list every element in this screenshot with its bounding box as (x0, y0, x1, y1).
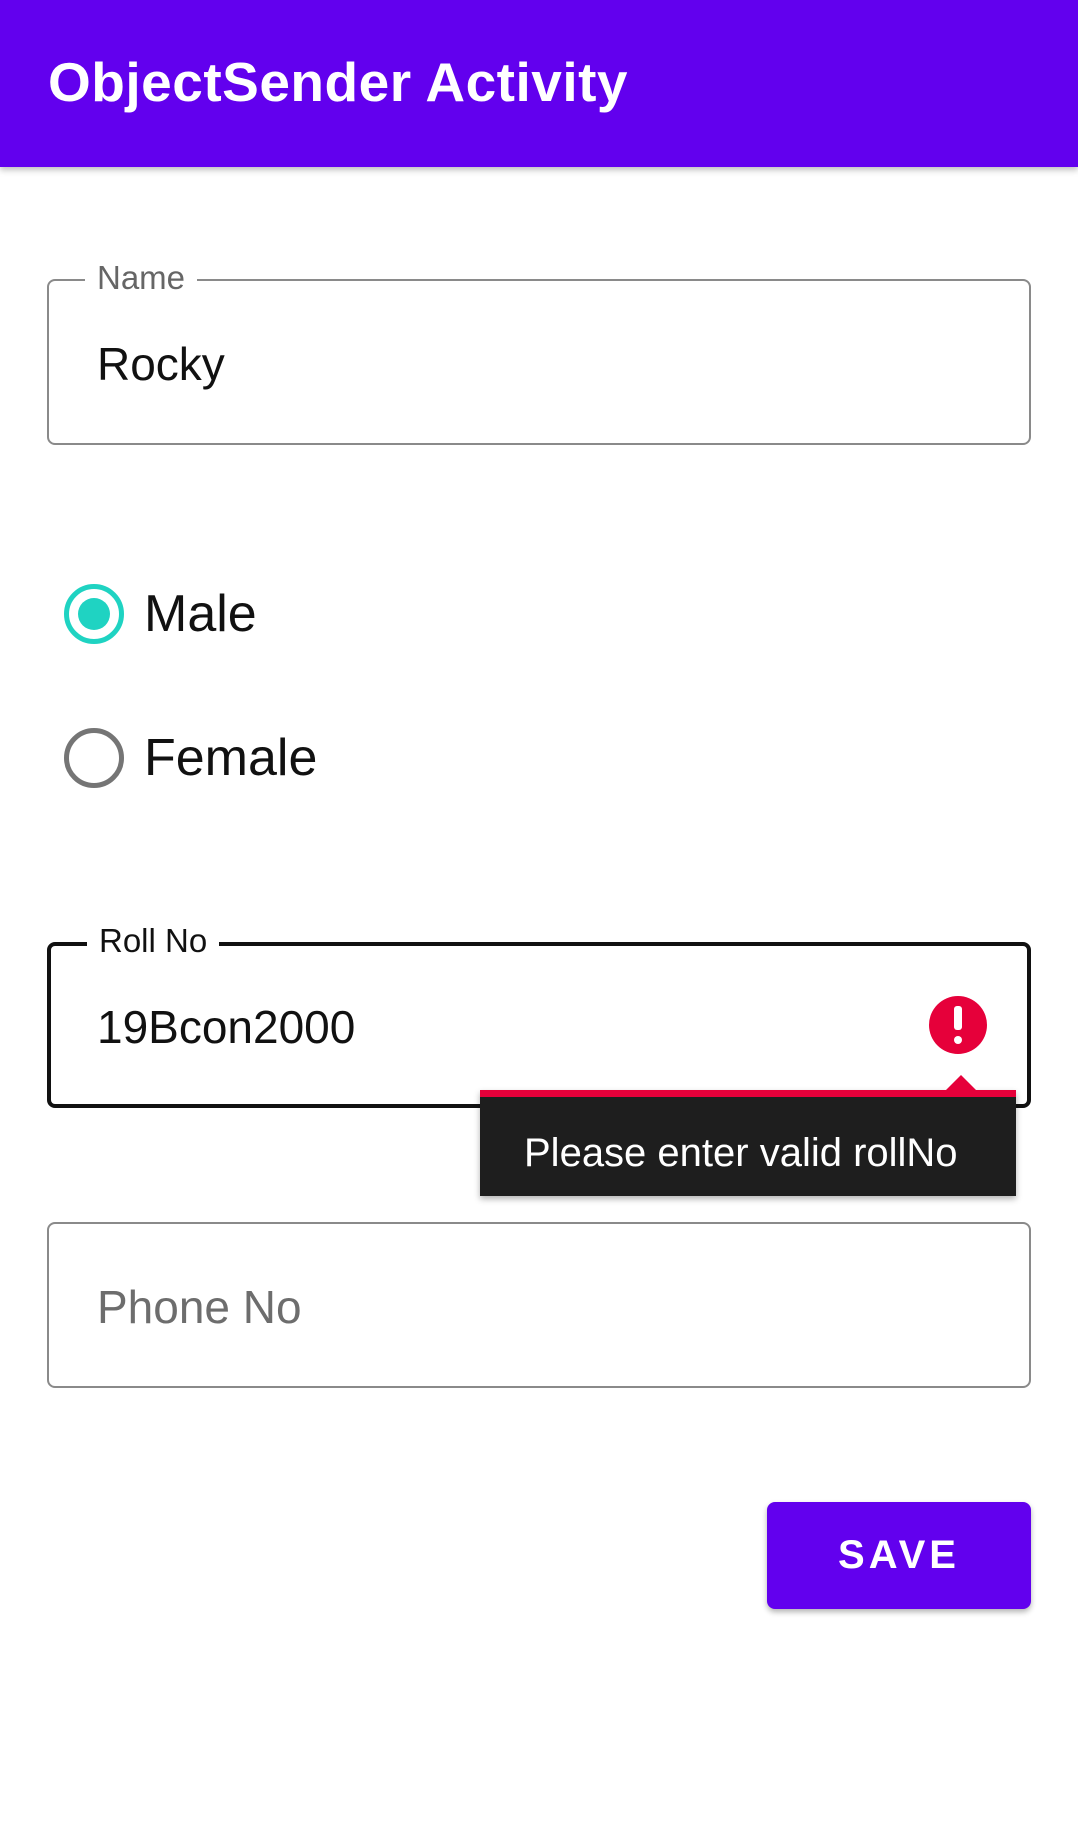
name-field[interactable]: Name Rocky (47, 259, 1031, 445)
radio-checked-icon (64, 584, 124, 644)
phone-no-field[interactable]: Phone No (47, 1222, 1031, 1388)
radio-female[interactable]: Female (64, 718, 317, 798)
app-title: ObjectSender Activity (48, 51, 629, 113)
roll-no-field-value: 19Bcon2000 (97, 1001, 356, 1053)
name-field-value: Rocky (97, 338, 225, 390)
error-message: Please enter valid rollNo (524, 1131, 958, 1175)
app-bar: ObjectSender Activity (0, 0, 1078, 167)
radio-female-label: Female (144, 729, 318, 787)
tooltip-arrow (946, 1075, 976, 1090)
error-tooltip: Please enter valid rollNo (480, 1075, 1016, 1196)
error-icon[interactable] (929, 996, 987, 1054)
phone-no-placeholder: Phone No (97, 1281, 302, 1333)
roll-no-field[interactable]: Roll No 19Bcon2000 (47, 922, 1031, 1108)
name-field-label: Name (85, 259, 198, 297)
radio-male[interactable]: Male (64, 574, 257, 654)
radio-unchecked-icon (64, 728, 124, 788)
roll-no-field-label: Roll No (87, 922, 220, 960)
save-button[interactable]: SAVE (767, 1502, 1031, 1609)
radio-male-label: Male (144, 585, 257, 643)
